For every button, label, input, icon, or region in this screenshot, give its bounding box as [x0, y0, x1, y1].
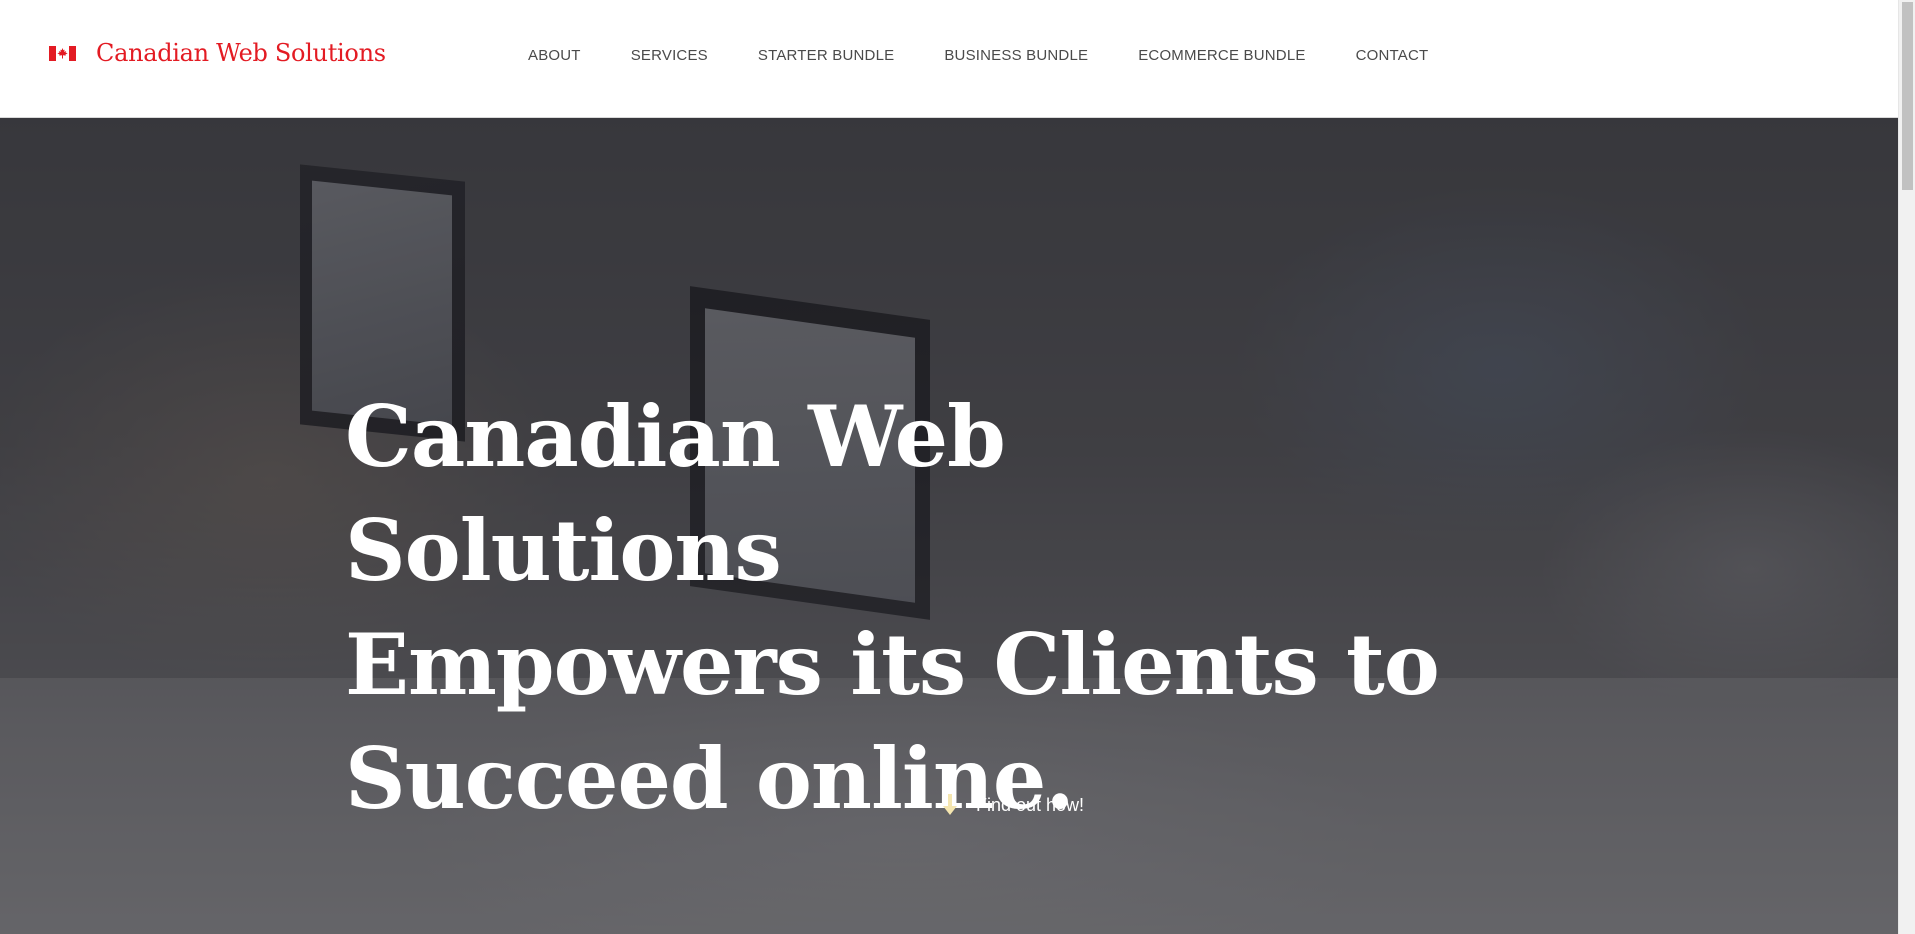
- canada-flag-icon: [49, 45, 76, 61]
- hero-headline-line: Canadian Web Solutions: [345, 387, 1006, 600]
- site-header: Canadian Web Solutions ABOUT SERVICES ST…: [0, 0, 1898, 118]
- find-out-how-label: Find out how!: [976, 794, 1085, 815]
- arrow-down-icon: [942, 794, 958, 816]
- hero-headline-line: Empowers its Clients to: [345, 615, 1440, 714]
- brand-name: Canadian Web Solutions: [96, 39, 386, 67]
- hero-headline: Canadian Web Solutions Empowers its Clie…: [345, 380, 1445, 836]
- nav-item-about[interactable]: ABOUT: [528, 47, 581, 64]
- main-nav: ABOUT SERVICES STARTER BUNDLE BUSINESS B…: [528, 47, 1428, 64]
- brand-logo-link[interactable]: Canadian Web Solutions: [49, 39, 386, 67]
- nav-item-services[interactable]: SERVICES: [631, 47, 708, 64]
- find-out-how-link[interactable]: Find out how!: [942, 794, 1084, 816]
- scrollbar-thumb[interactable]: [1902, 2, 1913, 190]
- page: Canadian Web Solutions ABOUT SERVICES ST…: [0, 0, 1915, 934]
- hero-section: Canadian Web Solutions Empowers its Clie…: [0, 118, 1898, 934]
- nav-item-ecommerce-bundle[interactable]: ECOMMERCE BUNDLE: [1138, 47, 1305, 64]
- nav-item-business-bundle[interactable]: BUSINESS BUNDLE: [944, 47, 1088, 64]
- nav-item-starter-bundle[interactable]: STARTER BUNDLE: [758, 47, 894, 64]
- nav-item-contact[interactable]: CONTACT: [1356, 47, 1429, 64]
- page-scrollbar[interactable]: [1898, 0, 1915, 934]
